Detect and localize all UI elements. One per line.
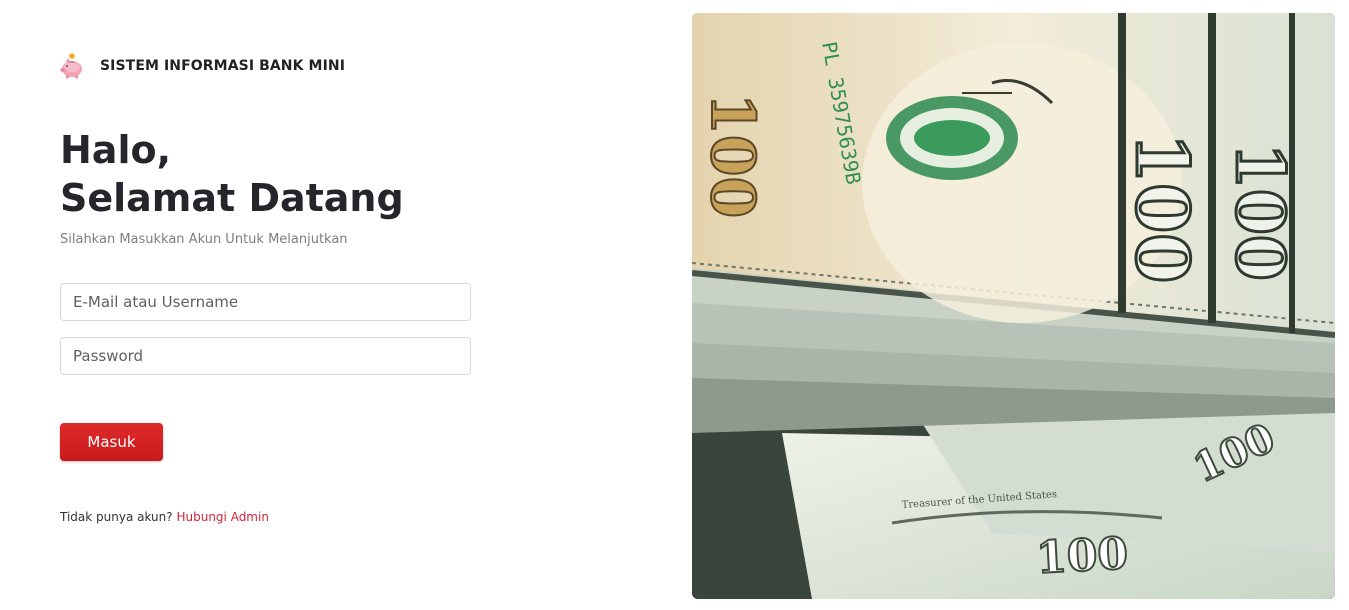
bill-denomination-bottom: 100 [1035,528,1129,584]
no-account-text: Tidak punya akun? [60,510,173,524]
signup-prompt: Tidak punya akun? Hubungi Admin [60,510,269,524]
svg-text:100: 100 [1120,133,1205,283]
contact-admin-link[interactable]: Hubungi Admin [176,510,268,524]
login-subtitle: Silahkan Masukkan Akun Untuk Melanjutkan [60,232,348,247]
password-input[interactable] [60,337,471,375]
hero-image: 100 100 Treasurer of the United States P… [692,13,1335,599]
login-page: SISTEM INFORMASI BANK MINI Halo, Selamat… [0,0,1349,610]
login-button[interactable]: Masuk [60,423,163,461]
svg-text:100: 100 [697,93,767,218]
piggy-bank-icon [60,53,82,79]
greeting-line-1: Halo, [60,128,172,172]
login-panel: SISTEM INFORMASI BANK MINI Halo, Selamat… [60,0,620,610]
email-username-input[interactable] [60,283,471,321]
app-title: SISTEM INFORMASI BANK MINI [100,58,346,74]
money-stack-illustration: 100 100 Treasurer of the United States P… [692,13,1335,599]
brand: SISTEM INFORMASI BANK MINI [60,52,345,80]
welcome-heading: Halo, Selamat Datang [60,126,404,222]
svg-text:100: 100 [1221,143,1299,281]
greeting-line-2: Selamat Datang [60,176,404,220]
